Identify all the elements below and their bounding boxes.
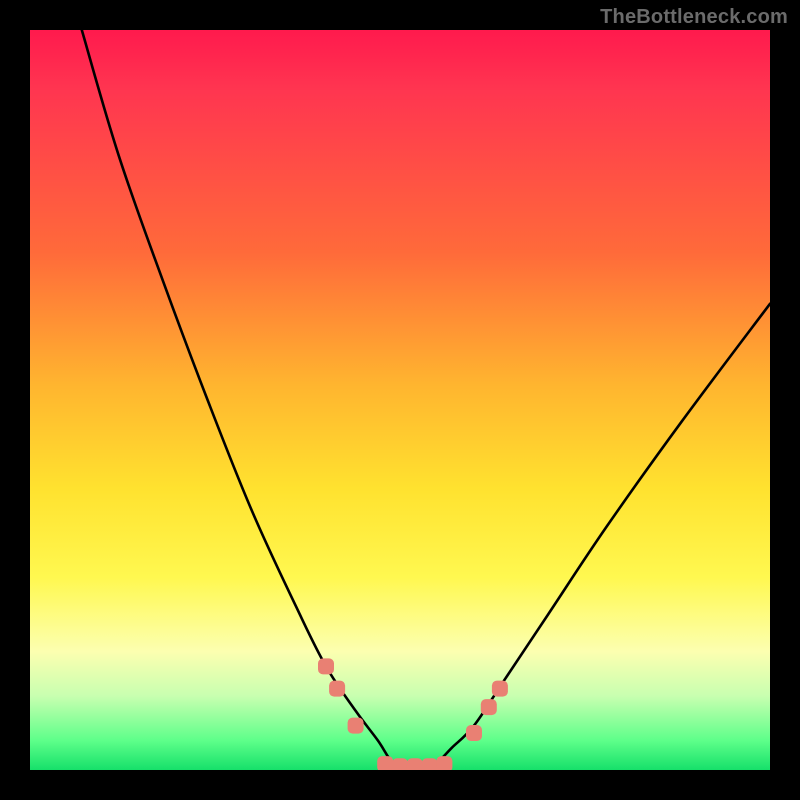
curve-marker — [436, 756, 452, 770]
series-group — [82, 30, 770, 770]
curve-marker — [318, 658, 334, 674]
curve-marker — [481, 699, 497, 715]
curve-layer — [30, 30, 770, 770]
curve-marker — [407, 758, 423, 770]
curve-marker — [422, 758, 438, 770]
curve-marker — [348, 718, 364, 734]
bottleneck-curve — [82, 30, 770, 770]
plot-area — [30, 30, 770, 770]
chart-frame: TheBottleneck.com — [0, 0, 800, 800]
curve-marker — [377, 756, 393, 770]
markers-group — [318, 658, 508, 770]
curve-marker — [329, 681, 345, 697]
watermark-text: TheBottleneck.com — [600, 6, 788, 29]
curve-marker — [492, 681, 508, 697]
curve-marker — [392, 758, 408, 770]
curve-marker — [466, 725, 482, 741]
